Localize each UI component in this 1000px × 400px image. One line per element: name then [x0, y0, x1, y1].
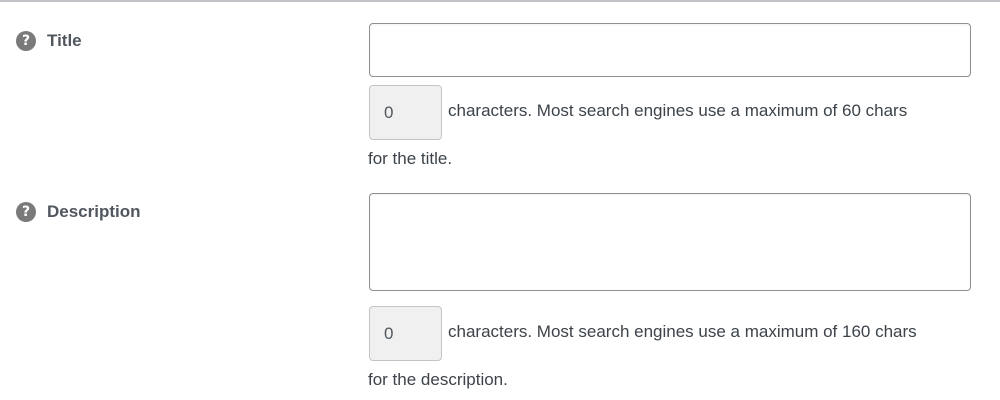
- description-label-group: ? Description: [16, 200, 141, 224]
- title-char-counter: 0: [369, 85, 442, 140]
- help-question-icon[interactable]: ?: [16, 31, 36, 51]
- title-hint-text: characters. Most search engines use a ma…: [448, 101, 908, 120]
- description-hint-text: characters. Most search engines use a ma…: [448, 322, 917, 341]
- description-hint-text-continued: for the description.: [368, 370, 508, 389]
- description-label: Description: [47, 202, 141, 221]
- title-label-group: ? Title: [16, 29, 82, 53]
- title-hint-text-continued: for the title.: [368, 149, 453, 168]
- description-textarea[interactable]: [369, 193, 971, 291]
- title-label: Title: [47, 31, 82, 50]
- help-question-icon[interactable]: ?: [16, 202, 36, 222]
- description-char-counter: 0: [369, 306, 442, 361]
- section-divider: [0, 0, 1000, 2]
- title-input[interactable]: [369, 23, 971, 77]
